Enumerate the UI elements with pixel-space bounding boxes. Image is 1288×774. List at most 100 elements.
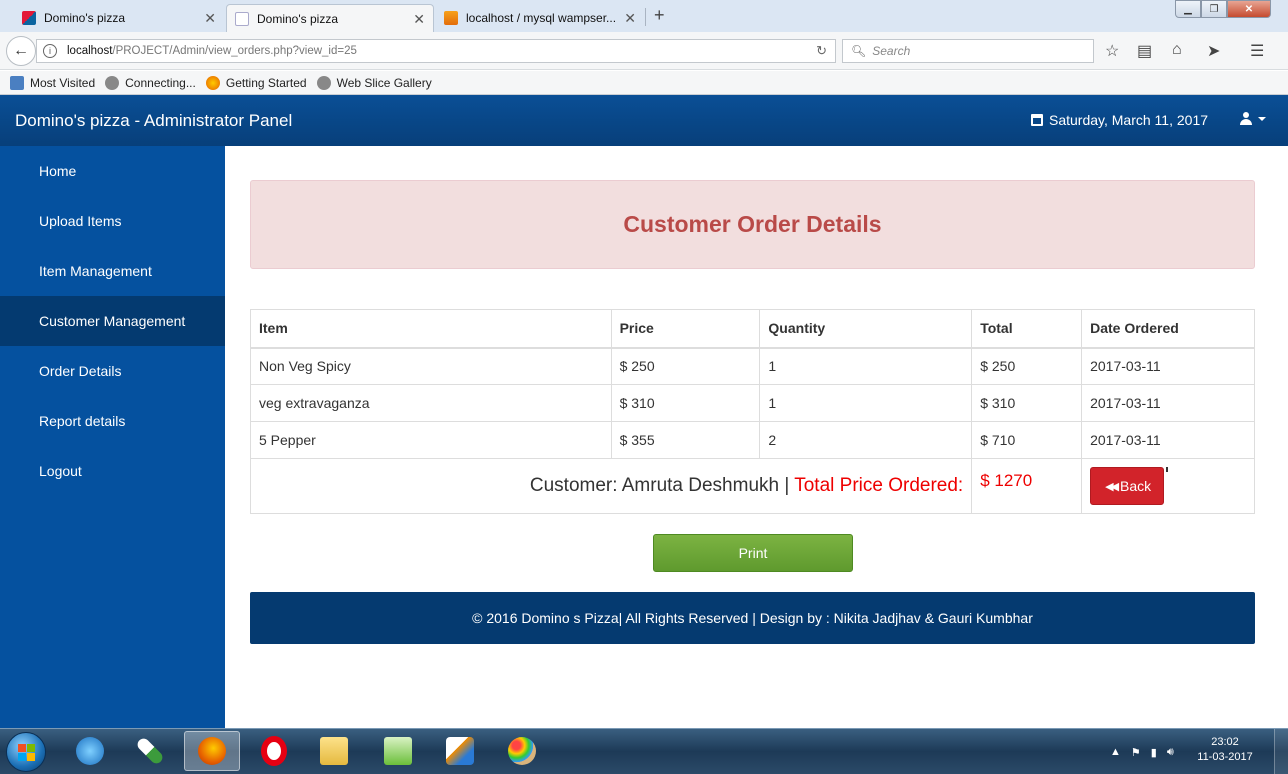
back-arrow-icon[interactable]: ←: [6, 36, 36, 66]
calendar-icon: [1031, 114, 1043, 126]
paint-palette-icon: [508, 737, 536, 765]
volume-icon[interactable]: 🔊︎: [1167, 746, 1174, 759]
windows-taskbar: ▲ ⚑ ▮ 🔊︎ 23:02 11-03-2017: [0, 728, 1288, 774]
caret-down-icon: [1258, 116, 1266, 121]
clock-date: 11-03-2017: [1197, 751, 1253, 763]
cell-item: veg extravaganza: [250, 384, 612, 422]
minimize-button[interactable]: ▁: [1175, 0, 1201, 18]
taskbar-paint[interactable]: [494, 731, 550, 771]
globe-icon: [105, 75, 120, 90]
sidebar-item-logout[interactable]: Logout: [0, 446, 225, 496]
customer-name: Customer: Amruta Deshmukh |: [529, 475, 790, 496]
cell-date: 2017-03-11: [1081, 421, 1255, 459]
bookmark-star-icon[interactable]: ☆: [1105, 41, 1119, 61]
cell-quantity: 1: [759, 347, 973, 385]
sidebar-item-order-details[interactable]: Order Details: [0, 346, 225, 396]
cell-price: $ 355: [610, 421, 761, 459]
show-desktop-button[interactable]: [1274, 729, 1288, 774]
reload-icon[interactable]: ↻: [816, 43, 827, 59]
search-input[interactable]: 🔍︎ Search: [842, 39, 1094, 63]
notepad-plus-icon: [384, 737, 412, 765]
taskbar-clock[interactable]: 23:02 11-03-2017: [1190, 735, 1260, 765]
firefox-icon: [198, 737, 226, 765]
taskbar-app[interactable]: [122, 731, 178, 771]
home-icon[interactable]: ⌂: [1172, 41, 1182, 59]
close-icon[interactable]: ✕: [204, 10, 216, 27]
sidebar-item-report-details[interactable]: Report details: [0, 396, 225, 446]
table-row: Non Veg Spicy $ 250 1 $ 250 2017-03-11: [250, 347, 1255, 385]
cell-item: Non Veg Spicy: [250, 347, 612, 385]
globe-icon: [316, 75, 331, 90]
sidebar-item-customer-management[interactable]: Customer Management: [0, 296, 225, 346]
bookmark-getting-started[interactable]: Getting Started: [205, 75, 307, 90]
taskbar-file-explorer[interactable]: [306, 731, 362, 771]
browser-tab[interactable]: localhost / mysql wampser... ✕: [436, 4, 644, 32]
url-text: localhost/PROJECT/Admin/view_orders.php?…: [67, 45, 357, 57]
bookmark-label: Getting Started: [225, 75, 307, 90]
user-menu[interactable]: [1240, 112, 1266, 125]
taskbar-notepad-plus[interactable]: [370, 731, 426, 771]
cell-total: $ 250: [971, 347, 1083, 385]
tray-expand-icon[interactable]: ▲: [1110, 746, 1121, 758]
backward-icon: ◀◀: [1105, 480, 1119, 493]
sidebar-item-home[interactable]: Home: [0, 146, 225, 196]
table-header-row: Item Price Quantity Total Date Ordered: [250, 309, 1255, 349]
bookmarks-bar: Most Visited Connecting... Getting Start…: [0, 71, 1288, 95]
pocket-send-icon[interactable]: ➤: [1207, 41, 1220, 61]
back-button[interactable]: ◀◀ Back: [1090, 467, 1165, 505]
browser-tab[interactable]: Domino's pizza ✕: [14, 4, 224, 32]
maximize-button[interactable]: ❐: [1201, 0, 1227, 18]
sidebar-item-upload-items[interactable]: Upload Items: [0, 196, 225, 246]
column-header-total: Total: [971, 309, 1083, 349]
bookmark-label: Most Visited: [30, 75, 96, 90]
close-window-button[interactable]: ✕: [1227, 0, 1271, 18]
window-controls: ▁ ❐ ✕: [1175, 0, 1271, 18]
start-button[interactable]: [6, 732, 46, 772]
cell-price: $ 310: [610, 384, 761, 422]
cell-total: $ 710: [971, 421, 1083, 459]
network-icon[interactable]: ▮: [1151, 746, 1157, 759]
table-row: veg extravaganza $ 310 1 $ 310 2017-03-1…: [250, 384, 1255, 422]
most-visited-icon: [10, 75, 24, 90]
tab-separator: [645, 8, 646, 26]
close-icon[interactable]: ✕: [413, 11, 425, 28]
new-tab-plus-icon[interactable]: +: [654, 5, 665, 26]
taskbar-opera[interactable]: [246, 731, 302, 771]
bookmark-label: Web Slice Gallery: [336, 75, 432, 90]
print-button[interactable]: Print: [653, 534, 853, 572]
address-bar[interactable]: i localhost/PROJECT/Admin/view_orders.ph…: [36, 39, 836, 63]
cell-price: $ 250: [610, 347, 761, 385]
summary-row: Customer: Amruta Deshmukh | Total Price …: [249, 458, 1255, 514]
column-header-date-ordered: Date Ordered: [1081, 309, 1255, 349]
browser-tab-active[interactable]: Domino's pizza ✕: [226, 4, 434, 32]
order-details-table: Item Price Quantity Total Date Ordered N…: [249, 309, 1255, 514]
tab-title: localhost / mysql wampser...: [466, 11, 617, 25]
sidebar-item-item-management[interactable]: Item Management: [0, 246, 225, 296]
browser-tab-bar: Domino's pizza ✕ Domino's pizza ✕ localh…: [0, 0, 1288, 32]
firefox-icon: [205, 75, 220, 90]
hamburger-menu-icon[interactable]: ☰: [1250, 41, 1264, 61]
cell-quantity: 2: [759, 421, 973, 459]
total-price-label: Total Price Ordered:: [794, 475, 964, 496]
bookmark-web-slice-gallery[interactable]: Web Slice Gallery: [316, 75, 432, 90]
bookmark-label: Connecting...: [125, 75, 196, 90]
taskbar-firefox[interactable]: [184, 731, 240, 771]
reading-list-icon[interactable]: ▤: [1137, 41, 1152, 61]
app-title[interactable]: Domino's pizza - Administrator Panel: [15, 111, 292, 131]
bookmark-connecting[interactable]: Connecting...: [105, 75, 196, 90]
search-placeholder: Search: [872, 44, 911, 58]
folder-icon: [320, 737, 348, 765]
sidebar: Home Upload Items Item Management Custom…: [0, 146, 225, 728]
chart-app-icon: [446, 737, 474, 765]
bookmark-most-visited[interactable]: Most Visited: [10, 75, 96, 90]
info-icon[interactable]: i: [43, 44, 57, 58]
page-favicon-icon: [235, 11, 249, 26]
taskbar-internet-explorer[interactable]: [62, 731, 118, 771]
taskbar-app[interactable]: [432, 731, 488, 771]
column-header-quantity: Quantity: [759, 309, 973, 349]
decorative-tick: [1166, 467, 1169, 472]
close-icon[interactable]: ✕: [624, 10, 636, 27]
windows-logo-icon: [18, 744, 36, 762]
tab-title: Domino's pizza: [44, 11, 125, 25]
action-center-flag-icon[interactable]: ⚑: [1131, 746, 1141, 759]
